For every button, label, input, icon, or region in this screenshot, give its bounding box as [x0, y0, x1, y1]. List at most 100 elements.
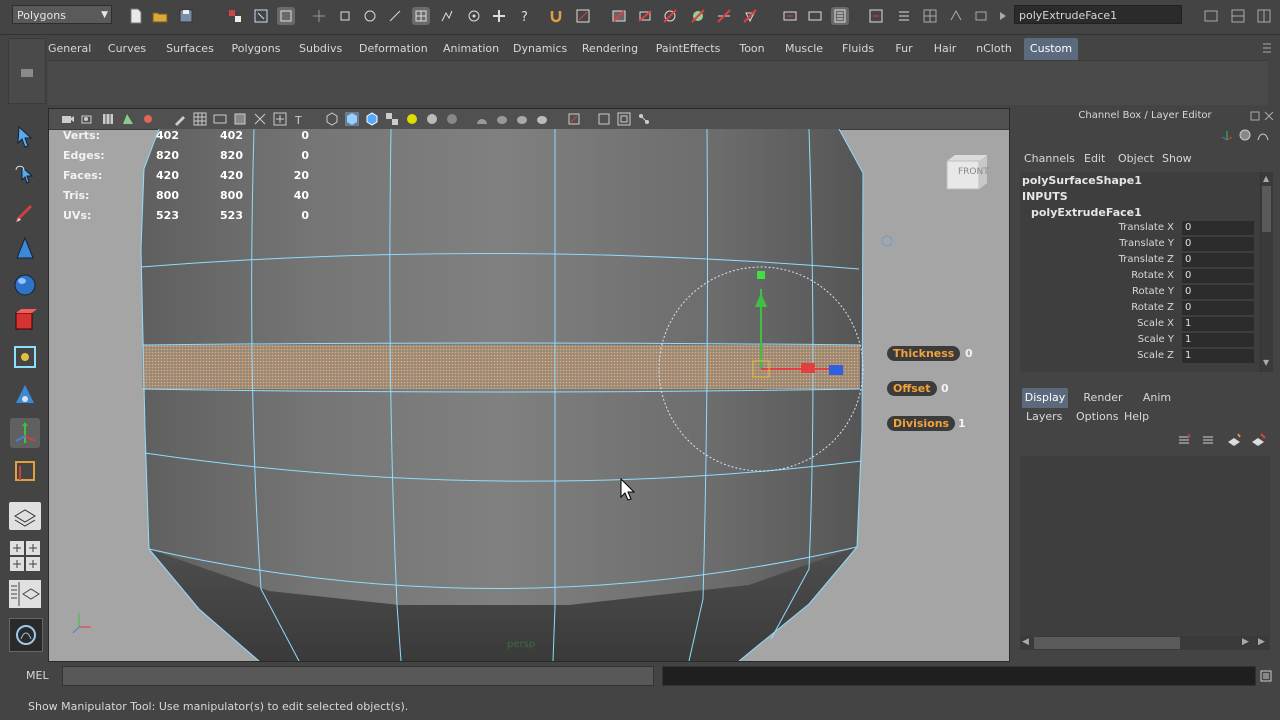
move-layer-down-icon[interactable]: [1200, 432, 1216, 448]
smooth-shading-icon[interactable]: [345, 112, 359, 126]
select-by-vertex-icon[interactable]: [336, 7, 354, 25]
render-settings-icon[interactable]: [661, 7, 679, 25]
grid-icon[interactable]: [193, 112, 207, 126]
layer-menu-layers[interactable]: Layers: [1026, 410, 1062, 423]
wireframe-shading-icon[interactable]: [325, 112, 339, 126]
safe-action-icon[interactable]: T: [293, 112, 307, 127]
quick-rename-icon[interactable]: [972, 7, 990, 25]
cb-menu-show[interactable]: Show: [1162, 152, 1192, 165]
select-camera-icon[interactable]: [61, 112, 75, 126]
frame-selection-icon[interactable]: [597, 112, 611, 126]
shadows-icon[interactable]: [425, 112, 439, 126]
output-connections-icon[interactable]: [806, 7, 824, 25]
viewport-2-icon[interactable]: [637, 112, 651, 126]
scale-tool-icon[interactable]: [10, 306, 40, 336]
shelf-tab-rendering[interactable]: Rendering: [581, 38, 639, 60]
high-quality-icon[interactable]: [445, 112, 459, 126]
close-panel-icon[interactable]: [1264, 110, 1274, 121]
ih-offset-value[interactable]: 0: [941, 381, 949, 396]
layer-tab-render[interactable]: Render: [1080, 388, 1126, 408]
select-by-uv-icon[interactable]: [412, 7, 430, 25]
ih-divisions-value[interactable]: 1: [958, 416, 966, 431]
save-scene-icon[interactable]: [177, 7, 195, 25]
shelf-tab-curves[interactable]: Curves: [106, 38, 148, 60]
hypershade-icon[interactable]: [689, 7, 707, 25]
shape-node-name[interactable]: polySurfaceShape1: [1022, 174, 1142, 187]
hypershade-layout-icon[interactable]: [9, 618, 43, 652]
outliner-icon[interactable]: [867, 7, 885, 25]
shelf-tab-muscle[interactable]: Muscle: [784, 38, 824, 60]
new-scene-icon[interactable]: [127, 7, 145, 25]
shelf-tabs-menu-icon[interactable]: [21, 69, 33, 77]
layer-list[interactable]: [1020, 456, 1270, 636]
speed-toggle-icon[interactable]: [1238, 128, 1252, 142]
camera-attributes-icon[interactable]: [81, 112, 95, 126]
float-panel-icon[interactable]: [1250, 110, 1260, 121]
input-node-name[interactable]: polyExtrudeFace1: [1031, 206, 1142, 219]
scroll-right-end-icon[interactable]: ▶: [1258, 637, 1265, 647]
attr-value-translate-z[interactable]: 0: [1182, 253, 1254, 267]
wireframe-on-shaded-icon[interactable]: [365, 112, 379, 126]
construction-history-icon[interactable]: [574, 7, 592, 25]
2d-pan-zoom-icon[interactable]: [141, 112, 155, 126]
field-chart-icon[interactable]: [273, 112, 287, 126]
channel-toggle-icon[interactable]: [895, 7, 913, 25]
hyperbolic-toggle-icon[interactable]: [1256, 128, 1270, 142]
gate-mask-icon[interactable]: [253, 112, 267, 126]
persp-outliner-layout-icon[interactable]: [9, 580, 41, 608]
isolate-select-icon[interactable]: [567, 112, 581, 126]
shelf-tab-fluids[interactable]: Fluids: [840, 38, 876, 60]
attr-value-rotate-x[interactable]: 0: [1182, 269, 1254, 283]
paint-select-tool-icon[interactable]: [10, 198, 40, 228]
universal-manipulator-icon[interactable]: [10, 342, 40, 372]
shelf-tab-hair[interactable]: Hair: [931, 38, 959, 60]
ipr-render-icon[interactable]: [636, 7, 654, 25]
magnet-icon[interactable]: [547, 7, 565, 25]
shelf-options-icon[interactable]: [1262, 42, 1272, 54]
lasso-icon[interactable]: [947, 7, 965, 25]
batch-render-icon[interactable]: [741, 7, 759, 25]
cb-menu-object[interactable]: Object: [1118, 152, 1154, 165]
show-hide-tool-settings-icon[interactable]: [1229, 7, 1247, 25]
help-icon[interactable]: ?: [516, 7, 534, 25]
move-tool-icon[interactable]: [10, 234, 40, 264]
grease-pencil-icon[interactable]: [173, 112, 187, 126]
film-gate-icon[interactable]: [213, 112, 227, 126]
field-mode-chevron-icon[interactable]: [994, 7, 1012, 25]
shelf-tab-painteffects[interactable]: PaintEffects: [654, 38, 722, 60]
resolution-gate-icon[interactable]: [233, 112, 247, 126]
render-view-icon[interactable]: [715, 7, 733, 25]
shelf-tab-ncloth[interactable]: nCloth: [974, 38, 1014, 60]
layer-tab-anim[interactable]: Anim: [1134, 388, 1180, 408]
select-object-icon[interactable]: [252, 7, 270, 25]
frame-all-icon[interactable]: [617, 112, 631, 126]
soft-modification-icon[interactable]: [10, 380, 40, 410]
create-empty-layer-icon[interactable]: [1226, 432, 1242, 448]
attr-value-rotate-y[interactable]: 0: [1182, 285, 1254, 299]
menu-set-select[interactable]: Polygons ▼: [12, 5, 112, 24]
xray-joints-icon[interactable]: [495, 112, 509, 126]
attr-value-translate-y[interactable]: 0: [1182, 237, 1254, 251]
ih-divisions-label[interactable]: Divisions: [887, 416, 956, 431]
scroll-down-icon[interactable]: ▼: [1263, 358, 1269, 367]
create-layer-from-selected-icon[interactable]: [1250, 432, 1266, 448]
input-connections-icon[interactable]: [781, 7, 799, 25]
bookmarks-icon[interactable]: [101, 112, 115, 126]
view-cube[interactable]: FRONT: [945, 153, 989, 191]
quick-select-field[interactable]: polyExtrudeFace1: [1014, 5, 1182, 24]
select-component-icon[interactable]: [277, 7, 295, 25]
textured-icon[interactable]: [385, 112, 399, 126]
backface-culling-icon[interactable]: [535, 112, 549, 126]
rotate-tool-icon[interactable]: [10, 270, 40, 300]
layer-list-hscrollbar[interactable]: ◀ ▶ ▶: [1020, 636, 1270, 650]
scroll-left-icon[interactable]: ◀: [1022, 637, 1029, 647]
select-by-misc-icon[interactable]: [438, 7, 456, 25]
shelf-tab-custom[interactable]: Custom: [1024, 38, 1078, 60]
channel-box-scrollbar[interactable]: ▲ ▼: [1260, 172, 1273, 372]
show-hide-attribute-editor-icon[interactable]: [1202, 7, 1220, 25]
cb-menu-channels[interactable]: Channels: [1024, 152, 1075, 165]
command-language-label[interactable]: MEL: [26, 669, 49, 682]
shelf-tab-general[interactable]: General: [48, 38, 91, 60]
attribute-editor-toggle-icon[interactable]: [831, 7, 849, 25]
attr-value-translate-x[interactable]: 0: [1182, 221, 1254, 235]
